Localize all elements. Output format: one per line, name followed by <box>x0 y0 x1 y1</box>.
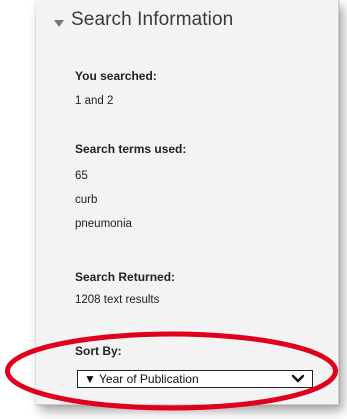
chevron-down-icon <box>291 374 305 383</box>
screenshot-stage: Search Information You searched: 1 and 2… <box>0 0 347 419</box>
search-returned-value: 1208 text results <box>75 294 160 306</box>
search-returned-label: Search Returned: <box>75 270 176 284</box>
sort-by-select[interactable]: ▼ Year of Publication <box>77 370 313 388</box>
panel-title: Search Information <box>71 9 234 30</box>
search-information-panel: Search Information You searched: 1 and 2… <box>36 0 339 405</box>
you-searched-value: 1 and 2 <box>75 95 114 107</box>
sort-by-selected-value: ▼ Year of Publication <box>84 372 199 386</box>
search-term-item: pneumonia <box>75 218 132 230</box>
search-terms-label: Search terms used: <box>75 142 187 156</box>
search-term-item: curb <box>75 194 98 206</box>
caret-down-icon[interactable] <box>54 19 64 27</box>
panel-header[interactable]: Search Information <box>54 9 233 31</box>
sort-by-label: Sort By: <box>75 344 122 358</box>
you-searched-label: You searched: <box>75 69 157 83</box>
search-term-item: 65 <box>75 170 88 182</box>
